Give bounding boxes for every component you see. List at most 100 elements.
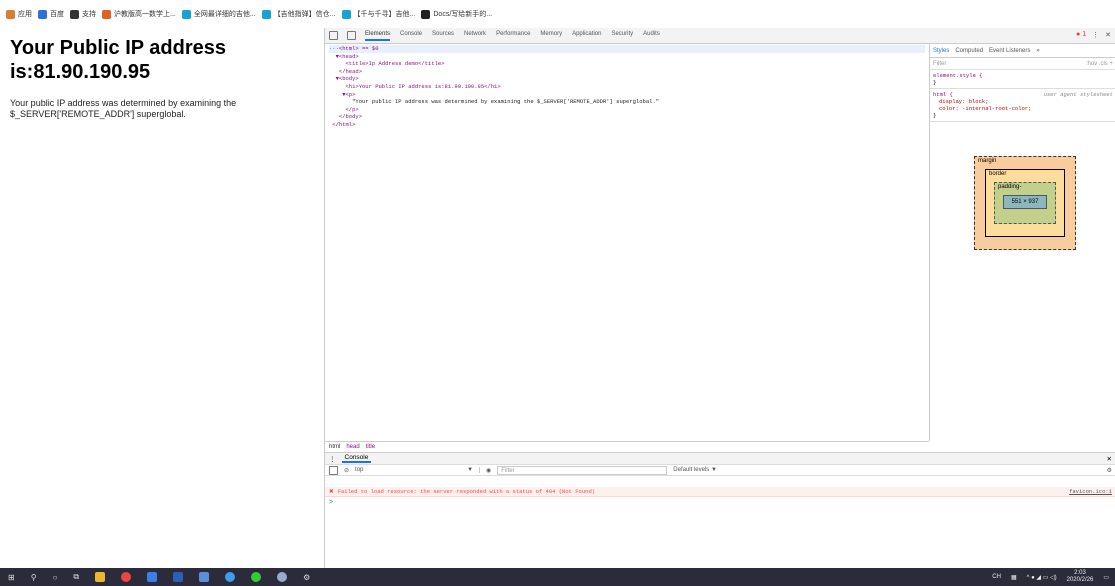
bookmark-label: 百度 — [50, 11, 64, 18]
log-levels-select[interactable]: Default levels ▼ — [673, 467, 717, 473]
tab-audits[interactable]: Audits — [643, 31, 660, 41]
settings-icon[interactable]: ⚙ — [303, 573, 310, 582]
dom-node[interactable]: <h1>Your Public IP address is:81.90.190.… — [329, 83, 925, 91]
rule-close: } — [933, 79, 937, 86]
tab-application[interactable]: Application — [572, 31, 601, 41]
dom-node[interactable]: </body> — [329, 113, 925, 121]
bookmark-label: 支持 — [82, 11, 96, 18]
tab-sources[interactable]: Sources — [432, 31, 454, 41]
styles-filter[interactable]: Filter :hov .cls + — [930, 58, 1115, 70]
styles-tabs: Styles Computed Event Listeners » — [930, 44, 1115, 58]
styles-tab[interactable]: Computed — [955, 48, 983, 54]
bookmark-item[interactable]: 应用 — [6, 9, 32, 19]
breadcrumb-item[interactable]: title — [366, 444, 375, 450]
dom-node[interactable]: ▼<p> — [329, 91, 925, 99]
styles-tab[interactable]: » — [1036, 48, 1039, 54]
taskbar: ⊞ ⚲ ○ ⧉ ⚙ CH ▦ ^ ● ◢ ▭ ◁) 2:03 2020/2/26 … — [0, 568, 1115, 586]
elements-tree[interactable]: ···<html> == $0 ▼<head> <title>Ip Addres… — [325, 44, 929, 441]
word-icon[interactable] — [173, 572, 184, 582]
bookmark-item[interactable]: 沪教版高一数学上... — [102, 9, 176, 19]
sidebar-toggle-icon[interactable] — [329, 465, 338, 475]
search-icon[interactable]: ⚲ — [31, 573, 37, 582]
bookmark-item[interactable]: 百度 — [38, 9, 64, 19]
tab-performance[interactable]: Performance — [496, 31, 530, 41]
ime-indicator[interactable]: CH — [992, 574, 1001, 580]
keyboard-icon[interactable]: ▦ — [1011, 574, 1017, 581]
bookmark-item[interactable]: 【千与千寻】吉他... — [341, 9, 416, 19]
tab-security[interactable]: Security — [611, 31, 633, 41]
console-prompt[interactable]: > — [329, 499, 333, 506]
vscode-icon[interactable] — [199, 572, 210, 582]
chrome-icon[interactable] — [121, 572, 132, 582]
tab-network[interactable]: Network — [464, 31, 486, 41]
wechat-icon[interactable] — [251, 572, 262, 582]
rule-source: user agent stylesheet — [1043, 91, 1113, 98]
tab-elements[interactable]: Elements — [365, 31, 391, 41]
bookmark-label: 应用 — [18, 11, 32, 18]
web-page: Your Public IP address is:81.90.190.95 Y… — [0, 28, 324, 568]
dom-node[interactable]: </head> — [329, 68, 925, 76]
dom-node[interactable]: ▼<body> — [329, 75, 925, 83]
breadcrumb-item[interactable]: head — [346, 444, 359, 450]
inspect-icon[interactable] — [329, 31, 338, 40]
device-toggle-icon[interactable] — [347, 31, 356, 40]
page-paragraph: Your public IP address was determined by… — [10, 98, 237, 119]
tray-icons[interactable]: ^ ● ◢ ▭ ◁) — [1027, 574, 1057, 581]
html-rule: html { user agent stylesheet display: bl… — [930, 89, 1115, 122]
devtools-panel: Elements Console Sources Network Performance… — [324, 28, 1115, 568]
clock-time: 2:03 — [1074, 570, 1086, 576]
styles-tab[interactable]: Styles — [933, 48, 949, 54]
styles-filter-options[interactable]: :hov .cls + — [1086, 61, 1113, 67]
tab-memory[interactable]: Memory — [540, 31, 562, 41]
drawer-menu-icon[interactable]: ⋮ — [329, 455, 336, 463]
dom-node[interactable]: ▼<head> — [329, 53, 925, 61]
dom-node[interactable]: </p> — [329, 106, 925, 114]
app-icon[interactable] — [225, 572, 236, 582]
dom-node[interactable]: <title>Ip Address demo</title> — [329, 60, 925, 68]
bookmark-icon — [6, 9, 15, 19]
drawer-close-icon[interactable]: ✕ — [1107, 455, 1112, 463]
gear-icon[interactable]: ⚙ — [1107, 467, 1112, 474]
box-model-margin: margin border padding- 551 × 937 — [974, 156, 1076, 250]
bookmark-item[interactable]: 全网最详细的吉他... — [181, 9, 256, 19]
clock[interactable]: 2:03 2020/2/26 — [1067, 570, 1094, 584]
error-source-link[interactable]: favicon.ico:1 — [1069, 488, 1112, 495]
bookmark-item[interactable]: 【吉他指弹】信仓... — [261, 9, 336, 19]
dom-node[interactable]: ···<html> == $0 — [329, 45, 925, 53]
bookmark-label: 【吉他指弹】信仓... — [273, 11, 336, 18]
box-margin-label: margin — [978, 158, 997, 164]
tab-console[interactable]: Console — [341, 454, 372, 463]
breadcrumb-item[interactable]: html — [329, 444, 340, 450]
clear-console-icon[interactable]: ⊘ — [344, 467, 349, 474]
tab-console[interactable]: Console — [400, 31, 422, 41]
dom-node[interactable]: "Your public IP address was determined b… — [329, 98, 925, 106]
more-options-icon[interactable]: ⋮ — [1092, 31, 1099, 39]
bookmark-icon — [38, 9, 47, 19]
mp-icon[interactable] — [147, 572, 158, 582]
task-view-icon[interactable]: ⧉ — [73, 572, 79, 582]
context-select[interactable]: top ▼ — [355, 467, 481, 473]
close-icon[interactable]: ✕ — [1105, 31, 1111, 39]
eye-icon[interactable]: ◉ — [486, 467, 491, 474]
box-padding-label: padding- — [998, 184, 1022, 190]
bookmark-label: 【千与千寻】吉他... — [353, 11, 416, 18]
dom-node[interactable]: </html> — [329, 121, 925, 129]
error-count: 1 — [1082, 31, 1087, 38]
error-icon: ✖ — [329, 488, 334, 495]
bookmark-item[interactable]: Docs/写给新手的... — [421, 9, 492, 19]
styles-filter-input[interactable]: Filter — [933, 61, 946, 67]
bookmark-icon — [261, 9, 271, 19]
error-count-badge[interactable]: ● 1 — [1076, 31, 1086, 39]
cortana-icon[interactable]: ○ — [53, 573, 58, 582]
file-explorer-icon[interactable] — [95, 572, 106, 582]
rule-selector: html { — [933, 91, 953, 98]
rule-property: color: -internal-root-color; — [939, 105, 1032, 112]
styles-tab[interactable]: Event Listeners — [989, 48, 1030, 54]
console-filter-input[interactable]: Filter — [497, 465, 668, 475]
devtools-tab-list: Elements Console Sources Network Performance… — [365, 31, 660, 41]
search-app-icon[interactable] — [277, 572, 288, 582]
styles-pane: Styles Computed Event Listeners » Filter :h… — [929, 44, 1115, 441]
notification-icon[interactable]: ▭ — [1103, 574, 1109, 581]
windows-start-icon[interactable]: ⊞ — [8, 573, 15, 582]
bookmark-item[interactable]: 支持 — [70, 9, 96, 19]
